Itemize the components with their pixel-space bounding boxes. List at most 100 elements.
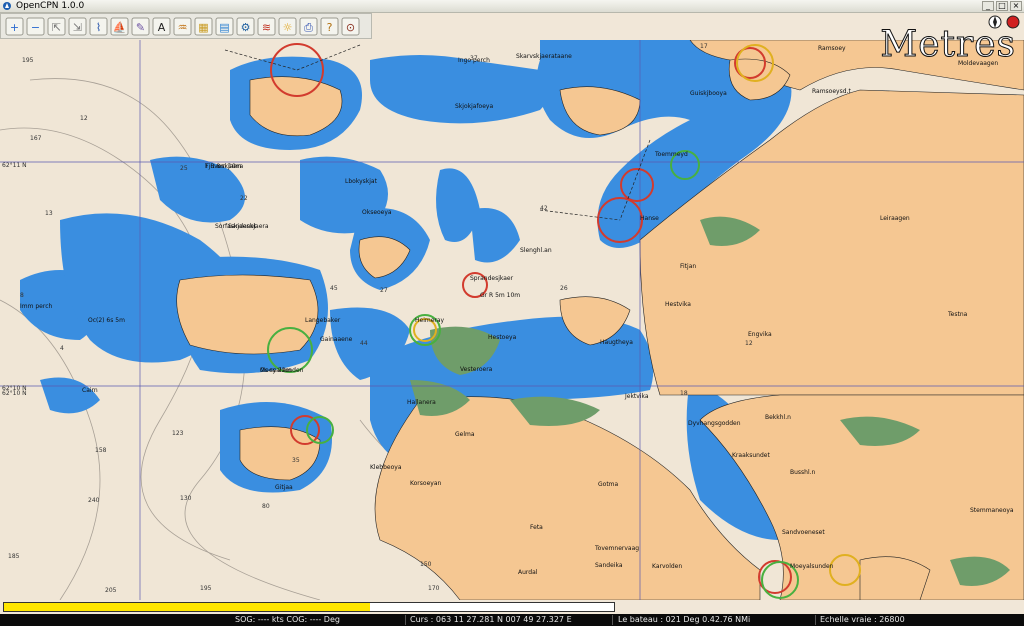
status-ship: Le bateau : 021 Deg 0.42.76 NMi [618,615,751,624]
depth-sounding: 45 [330,285,338,292]
depth-sounding: 12 [80,115,88,122]
place-label: Bekkhl.n [765,414,791,421]
grid-label: 62°11 N [2,162,27,169]
depth-sounding: 170 [428,585,440,592]
depth-sounding: 150 [420,561,432,568]
tide-icon[interactable]: ♒ [173,17,192,36]
place-label: Lbokyskjat [345,178,378,185]
depth-sounding: 18 [680,390,688,397]
svg-text:☼: ☼ [283,21,293,34]
svg-text:−: − [31,21,40,34]
svg-text:⇲: ⇲ [73,21,82,34]
chart-quilt-icon[interactable]: ▤ [215,17,234,36]
depth-sounding: 195 [200,585,212,592]
settings-icon[interactable]: ⚙ [236,17,255,36]
nautical-chart[interactable]: TjuvoskjaeraSandaskjaeraSkarvskjaeraskag… [0,40,1024,600]
place-label: Leiraagen [880,215,910,222]
place-label: Klebbeoya [370,464,402,471]
text-icon[interactable]: A [152,17,171,36]
app-icon [3,2,11,10]
depth-sounding: 4 [60,345,64,352]
place-label: Heimeray [415,317,445,324]
place-label: Ramsoey [818,45,846,52]
svg-text:≋: ≋ [262,21,271,34]
scale-in-icon[interactable]: ⇱ [47,17,66,36]
depth-sounding: 26 [560,285,568,292]
depth-sounding: 12 [745,340,753,347]
place-label: Okseoeya [362,209,392,216]
place-label: Gainaaene [320,336,353,343]
window-title: OpenCPN 1.0.0 [16,1,85,11]
help-icon[interactable]: ? [320,17,339,36]
folder-icon[interactable]: ▦ [194,17,213,36]
place-label: Kraaksundet [732,452,770,459]
svg-text:▦: ▦ [198,21,208,34]
place-label: Dyvhangsgodden [688,420,741,427]
depth-sounding: 195 [22,57,34,64]
svg-text:A: A [158,21,166,34]
svg-text:+: + [10,21,19,34]
current-icon[interactable]: ≋ [257,17,276,36]
depth-sounding: 205 [105,587,117,594]
grid-label: 62°10 N [2,390,27,397]
place-label: Testna [947,311,968,318]
place-label: Oc(2) 6s 5m [88,317,125,324]
depth-sounding: 240 [88,497,100,504]
place-label: Sorfaskjaenet [215,223,257,230]
svg-text:⎙: ⎙ [304,21,313,34]
depth-sounding: 185 [8,553,20,560]
place-label: Jektvika [624,393,649,400]
place-label: Sprandesjkaer [470,275,514,282]
place-label: Imm perch [20,303,53,310]
depth-sounding: 44 [360,340,368,347]
depth-sounding: 167 [30,135,42,142]
depth-sounding: 22 [240,195,248,202]
route-icon[interactable]: ⌇ [89,17,108,36]
place-label: Skarvskjaerataane [516,53,572,60]
ais-icon[interactable]: ⊙ [341,17,360,36]
place-label: Gelma [455,431,475,438]
place-label: Os ss 23m [260,367,292,374]
svg-text:⊙: ⊙ [346,21,355,34]
place-label: Hestoeya [488,334,517,341]
maximize-button[interactable]: □ [996,1,1008,11]
status-cursor: Curs : 063 11 27.281 N 007 49 27.327 E [410,615,572,624]
place-label: Gotma [598,481,619,488]
place-label: Karvolden [652,563,682,570]
depth-sounding: 25 [180,165,188,172]
place-label: Gitjaa [275,484,293,491]
ship-icon[interactable]: ⛵ [110,17,129,36]
place-label: Korsoeyan [410,480,441,487]
print-icon[interactable]: ⎙ [299,17,318,36]
place-label: Hestvika [665,301,691,308]
svg-text:⌇: ⌇ [96,21,101,34]
svg-text:?: ? [327,21,333,34]
svg-text:▤: ▤ [219,21,229,34]
place-label: Moeyalsunden [790,563,834,570]
place-label: Gr R 5m 10m [480,292,520,299]
zoom-in-icon[interactable]: + [5,17,24,36]
progress-bar [3,602,615,612]
place-label: Langebaker [305,317,341,324]
place-label: Sandeika [595,562,623,569]
close-button[interactable]: × [1010,1,1022,11]
lights-icon[interactable]: ☼ [278,17,297,36]
title-bar: OpenCPN 1.0.0 _ □ × [0,0,1024,13]
zoom-out-icon[interactable]: − [26,17,45,36]
svg-text:✎: ✎ [136,21,145,34]
place-label: Vesteroera [460,366,493,373]
minimize-button[interactable]: _ [982,1,994,11]
place-label: Aurdal [518,569,538,576]
place-label: F R 8m 10m [205,163,242,170]
main-toolbar: + − ⇱ ⇲ ⌇ ⛵ ✎ A ♒ ▦ ▤ ⚙ ≋ ☼ ⎙? ⊙ [0,13,372,39]
progress-fill [4,603,370,611]
scale-out-icon[interactable]: ⇲ [68,17,87,36]
depth-sounding: 13 [45,210,53,217]
depth-sounding: 123 [172,430,184,437]
depth-sounding: 130 [180,495,192,502]
pencil-icon[interactable]: ✎ [131,17,150,36]
place-label: Cairn [82,387,98,394]
place-label: Fitjan [680,263,696,270]
place-label: Haugtheya [600,339,633,346]
depth-sounding: 42 [540,205,548,212]
